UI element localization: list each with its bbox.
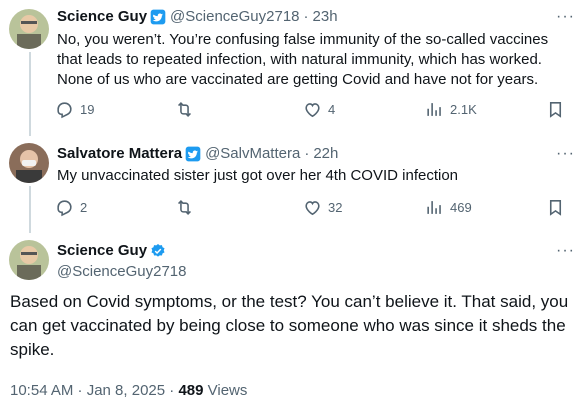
views-button[interactable]: 2.1K [425,100,477,119]
action-bar: 2 32 469 [55,198,570,220]
verified-badge-icon [185,146,201,162]
reply-count: 2 [80,200,88,215]
reply-icon [55,198,74,217]
views-button[interactable]: 469 [425,198,472,217]
more-icon[interactable]: ··· [556,8,575,26]
view-count: 469 [450,200,472,215]
more-icon[interactable]: ··· [556,145,575,163]
like-count: 4 [328,102,336,117]
like-icon [303,198,322,217]
separator: · [303,8,309,25]
more-icon[interactable]: ··· [556,242,575,260]
like-icon [303,100,322,119]
avatar[interactable] [9,9,49,49]
display-name[interactable]: Science Guy [57,242,147,259]
reply-button[interactable]: 19 [55,100,94,119]
avatar[interactable] [9,240,49,280]
handle[interactable]: @ScienceGuy2718 [170,8,299,25]
focused-tweet-text: Based on Covid symptoms, or the test? Yo… [10,292,569,359]
retweet-icon [175,198,194,217]
display-name[interactable]: Science Guy [57,8,147,25]
handle[interactable]: @SalvMattera [205,145,300,162]
focused-handle-row: @ScienceGuy2718 [57,263,186,280]
thread-line [29,186,31,233]
view-count: 2.1K [450,102,477,117]
retweet-icon [175,100,194,119]
focused-name-row: Science Guy [57,242,170,259]
timestamp[interactable]: 23h [313,8,338,25]
handle[interactable]: @ScienceGuy2718 [57,263,186,280]
tweet-timestamp[interactable]: 10:54 AM · Jan 8, 2025 · [10,382,178,399]
tweet-text: My unvaccinated sister just got over her… [57,167,459,184]
views-count: 489 [178,382,204,399]
like-count: 32 [328,200,343,215]
action-bar: 19 4 2.1K [55,100,570,122]
display-name[interactable]: Salvatore Mattera [57,145,182,162]
verified-badge-icon [150,243,166,259]
retweet-button[interactable] [175,100,200,119]
views-icon [425,100,444,119]
separator: · [304,145,310,162]
like-button[interactable]: 32 [303,198,342,217]
thread-line [29,52,31,136]
views-icon [425,198,444,217]
tweet-header: Science Guy @ScienceGuy2718 · 23h [57,8,338,25]
tweet-header: Salvatore Mattera @SalvMattera · 22h [57,145,338,162]
timestamp[interactable]: 22h [313,145,338,162]
tweet-meta: 10:54 AM · Jan 8, 2025 · 489 Views [10,382,247,399]
like-button[interactable]: 4 [303,100,335,119]
bookmark-button[interactable] [546,100,571,119]
retweet-button[interactable] [175,198,200,217]
avatar[interactable] [9,143,49,183]
reply-icon [55,100,74,119]
reply-count: 19 [80,102,95,117]
reply-button[interactable]: 2 [55,198,87,217]
tweet-1[interactable]: Science Guy @ScienceGuy2718 · 23h ··· No… [0,0,588,136]
bookmark-icon [546,198,565,217]
verified-badge-icon [150,9,166,25]
tweet-2[interactable]: Salvatore Mattera @SalvMattera · 22h ···… [0,133,588,233]
views-label: Views [203,382,248,399]
tweet-text: No, you weren’t. You’re confusing false … [57,31,549,88]
bookmark-button[interactable] [546,198,571,217]
bookmark-icon [546,100,565,119]
